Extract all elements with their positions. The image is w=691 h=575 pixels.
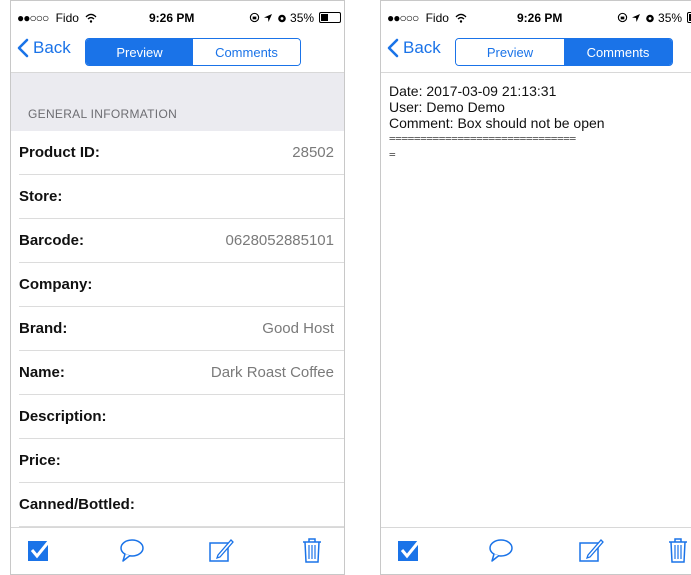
row-barcode: Barcode: 0628052885101 (19, 219, 344, 263)
segmented-control: Preview Comments (455, 38, 673, 66)
clock-time: 9:26 PM (517, 11, 563, 25)
checkbox-button[interactable] (395, 536, 423, 564)
row-description: Description: (19, 395, 344, 439)
tab-preview[interactable]: Preview (456, 39, 564, 65)
rotation-lock-icon (617, 12, 628, 23)
chevron-left-icon (17, 38, 29, 58)
field-label: Canned/Bottled: (19, 496, 135, 513)
comment-bubble-icon (120, 539, 144, 562)
edit-button[interactable] (577, 536, 605, 564)
row-name: Name: Dark Roast Coffee (19, 351, 344, 395)
field-label: Company: (19, 276, 93, 293)
signal-indicator: ●●○○○ (17, 11, 49, 25)
delete-button[interactable] (664, 536, 691, 564)
field-value: 0628052885101 (225, 232, 334, 249)
comment-button[interactable] (118, 536, 146, 564)
section-title: GENERAL INFORMATION (28, 107, 178, 121)
field-value: Good Host (262, 320, 334, 337)
carrier-name: Fido (425, 11, 449, 25)
navigation-bar: Back Preview Comments (381, 31, 691, 73)
field-label: Brand: (19, 320, 68, 337)
field-value: Dark Roast Coffee (210, 364, 334, 381)
phone-screen-comments: ●●○○○ Fido 9:26 PM 35% Back Preview Comm… (380, 0, 691, 575)
edit-icon (579, 539, 604, 562)
edit-icon (209, 539, 234, 562)
field-label: Store: (19, 188, 63, 205)
tab-comments[interactable]: Comments (193, 39, 300, 65)
wifi-icon (85, 13, 97, 23)
row-company: Company: (19, 263, 344, 307)
tab-preview[interactable]: Preview (86, 39, 193, 65)
chevron-left-icon (387, 38, 399, 58)
location-icon (264, 14, 273, 22)
status-bar: ●●○○○ Fido 9:26 PM 35% (381, 1, 691, 31)
battery-percent: 35% (658, 11, 683, 25)
alarm-icon (277, 14, 286, 23)
battery-icon (687, 12, 691, 23)
row-store: Store: (19, 175, 344, 219)
carrier-name: Fido (55, 11, 79, 25)
phone-screen-preview: ●●○○○ Fido 9:26 PM 35% Back Preview Comm… (10, 0, 345, 575)
edit-button[interactable] (207, 536, 235, 564)
section-header: GENERAL INFORMATION (11, 73, 344, 131)
comment-text: Date: 2017-03-09 21:13:31 User: Demo Dem… (389, 83, 691, 163)
bottom-toolbar (381, 527, 691, 574)
field-value: 28502 (292, 144, 334, 161)
bottom-toolbar (11, 527, 344, 574)
comment-separator: ============================== (389, 132, 576, 145)
back-button[interactable]: Back (17, 38, 71, 58)
row-canned-bottled: Canned/Bottled: (19, 483, 344, 527)
comment-body: Comment: Box should not be open (389, 115, 605, 131)
clock-time: 9:26 PM (149, 11, 195, 25)
trash-icon (303, 538, 321, 563)
battery-icon (319, 12, 342, 23)
comment-bubble-icon (489, 539, 513, 562)
signal-indicator: ●●○○○ (387, 11, 419, 25)
location-icon (632, 14, 641, 22)
row-brand: Brand: Good Host (19, 307, 344, 351)
comment-user: User: Demo Demo (389, 99, 505, 115)
checkbox-icon (398, 539, 422, 561)
row-price: Price: (19, 439, 344, 483)
battery-percent: 35% (290, 11, 315, 25)
field-label: Barcode: (19, 232, 85, 249)
checkbox-button[interactable] (25, 536, 53, 564)
back-button[interactable]: Back (387, 38, 441, 58)
back-label: Back (33, 38, 71, 57)
field-label: Product ID: (19, 144, 100, 161)
field-label: Price: (19, 452, 61, 469)
comment-date: Date: 2017-03-09 21:13:31 (389, 83, 557, 99)
status-bar: ●●○○○ Fido 9:26 PM 35% (11, 1, 344, 31)
back-label: Back (403, 38, 441, 57)
alarm-icon (645, 14, 654, 23)
comment-button[interactable] (487, 536, 515, 564)
rotation-lock-icon (249, 12, 260, 23)
comment-separator-end: = (389, 148, 396, 161)
info-list: Product ID: 28502 Store: Barcode: 062805… (11, 131, 344, 527)
trash-icon (669, 538, 687, 563)
checkbox-icon (28, 539, 52, 561)
tab-comments[interactable]: Comments (564, 39, 672, 65)
navigation-bar: Back Preview Comments (11, 31, 344, 73)
row-product-id: Product ID: 28502 (19, 131, 344, 175)
delete-button[interactable] (298, 536, 326, 564)
field-label: Name: (19, 364, 65, 381)
segmented-control: Preview Comments (85, 38, 301, 66)
field-label: Description: (19, 408, 107, 425)
wifi-icon (455, 13, 467, 23)
